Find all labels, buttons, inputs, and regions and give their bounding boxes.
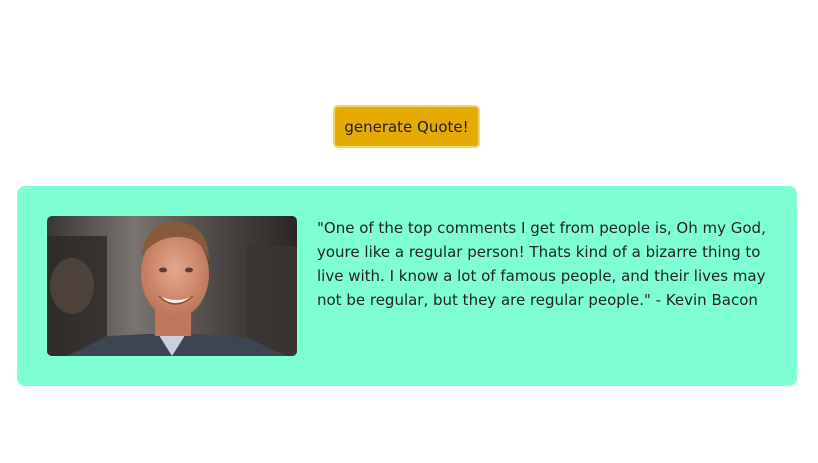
quote-card: "One of the top comments I get from peop… (17, 186, 797, 386)
author-photo (47, 216, 297, 356)
quote-text: "One of the top comments I get from peop… (317, 219, 766, 309)
page: generate Quote! "One of the top comments… (0, 0, 818, 463)
generate-quote-button[interactable]: generate Quote! (333, 105, 480, 148)
